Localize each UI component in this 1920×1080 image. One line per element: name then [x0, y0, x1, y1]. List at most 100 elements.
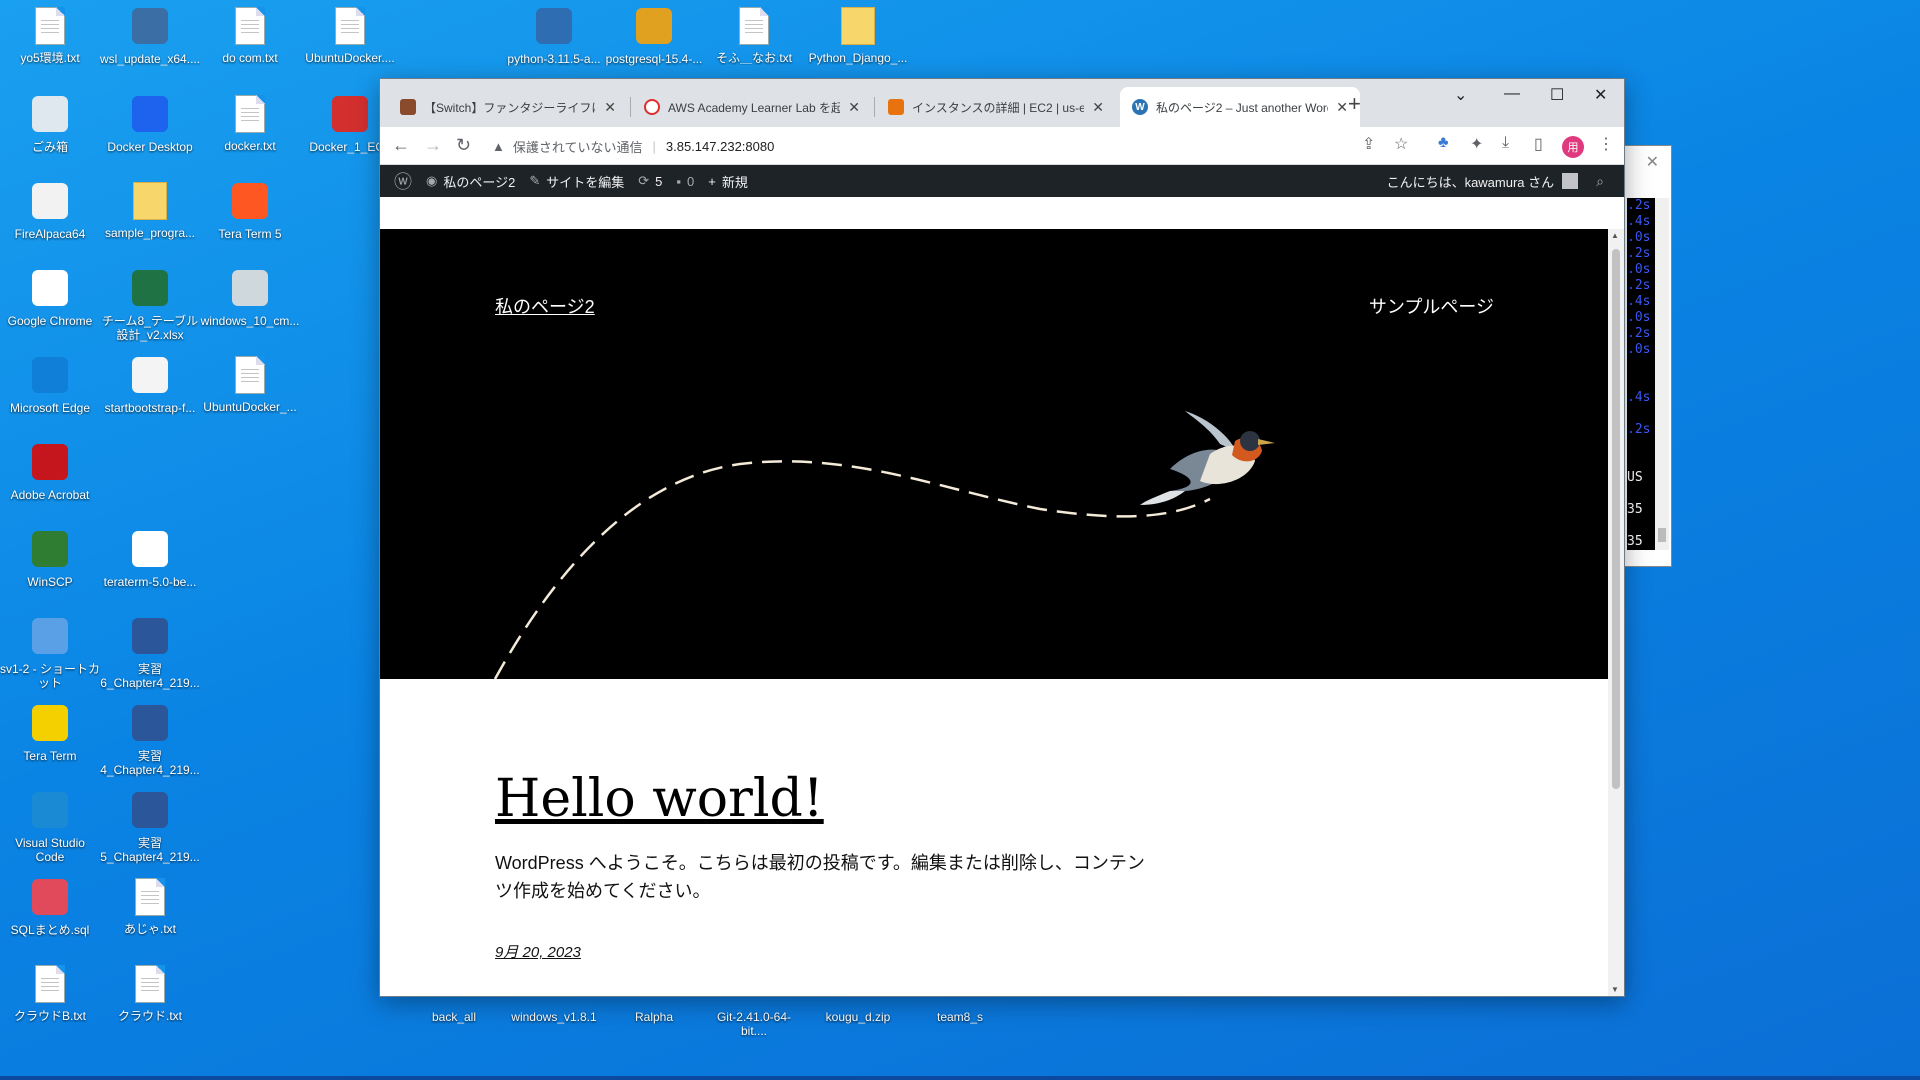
desktop-icon[interactable]: windows_v1.8.1 — [504, 1006, 604, 1024]
python-extension-icon[interactable]: ♣ — [1438, 134, 1449, 152]
download-icon[interactable]: ⤓ — [1502, 134, 1509, 152]
warning-icon[interactable]: ▲ — [492, 139, 505, 154]
post-title-link[interactable]: Hello world! — [495, 769, 824, 829]
desktop-icon[interactable]: Google Chrome — [0, 268, 100, 328]
desktop-icon[interactable]: teraterm-5.0-be... — [100, 529, 200, 589]
forward-icon[interactable]: → — [424, 135, 442, 156]
desktop-icon-label: Tera Term — [23, 749, 77, 763]
url-text[interactable]: 3.85.147.232:8080 — [666, 139, 774, 154]
tab-aws-academy[interactable]: AWS Academy Learner Lab を起動 ✕ — [632, 87, 872, 127]
desktop-icon[interactable]: クラウドB.txt — [0, 964, 100, 1023]
desktop-icon[interactable]: Python_Django_... — [808, 6, 908, 65]
wp-new[interactable]: + 新規 — [708, 172, 748, 191]
desktop-icon[interactable]: sv1-2 - ショートカット — [0, 616, 100, 690]
desktop-icon[interactable]: あじゃ.txt — [100, 877, 200, 936]
wp-greeting[interactable]: こんにちは、kawamura さん — [1387, 172, 1555, 191]
wp-updates[interactable]: ⟳ 5 — [638, 173, 662, 189]
desktop-icon[interactable]: do com.txt — [200, 6, 300, 65]
profile-avatar[interactable]: 用 — [1562, 136, 1584, 158]
tab-ec2-instance[interactable]: インスタンスの詳細 | EC2 | us-east-1 ✕ — [876, 87, 1116, 127]
close-tab-icon[interactable]: ✕ — [1092, 99, 1104, 116]
tab-separator — [874, 97, 875, 117]
desktop-icon[interactable]: windows_10_cm... — [200, 268, 300, 328]
desktop-icon[interactable]: 実習6_Chapter4_219... — [100, 616, 200, 690]
bookmark-star-icon[interactable]: ☆ — [1394, 134, 1408, 154]
scroll-down-icon[interactable]: ▼ — [1611, 985, 1619, 994]
desktop-icon[interactable]: kougu_d.zip — [808, 1006, 908, 1024]
desktop-icon[interactable]: SQLまとめ.sql — [0, 877, 100, 937]
close-icon[interactable]: ✕ — [1646, 152, 1659, 171]
scroll-thumb[interactable] — [1612, 249, 1620, 789]
side-panel-icon[interactable]: ▯ — [1534, 134, 1543, 154]
desktop-icon[interactable]: Tera Term 5 — [200, 181, 300, 241]
close-tab-icon[interactable]: ✕ — [1336, 99, 1348, 116]
desktop-icon[interactable]: yo5環境.txt — [0, 6, 100, 65]
icon-image — [30, 357, 70, 397]
menu-kebab-icon[interactable]: ⋮ — [1598, 134, 1614, 154]
search-icon[interactable]: ⌕ — [1596, 173, 1604, 190]
post-date-link[interactable]: 9月 20, 2023 — [495, 941, 581, 962]
desktop-icon[interactable]: UbuntuDocker.... — [300, 6, 400, 65]
desktop-icon[interactable]: python-3.11.5-a... — [504, 6, 604, 66]
desktop-icon[interactable]: wsl_update_x64.... — [100, 6, 200, 66]
desktop-icon[interactable]: postgresql-15.4-... — [604, 6, 704, 66]
icon-image — [534, 8, 574, 48]
desktop-icon[interactable]: WinSCP — [0, 529, 100, 589]
tab-search-chevron-icon[interactable]: ⌄ — [1454, 85, 1467, 105]
share-icon[interactable]: ⇪ — [1362, 134, 1375, 154]
wordpress-logo-icon[interactable]: ⓦ — [394, 168, 412, 194]
reload-icon[interactable]: ↻ — [456, 135, 471, 156]
desktop-icon-label: Visual Studio Code — [15, 836, 85, 864]
user-avatar-icon[interactable] — [1562, 173, 1579, 189]
scroll-thumb[interactable] — [1658, 528, 1666, 542]
desktop-icon[interactable]: 実習4_Chapter4_219... — [100, 703, 200, 777]
page-scrollbar[interactable]: ▲ ▼ — [1608, 229, 1624, 996]
desktop-icon[interactable]: back_all — [404, 1006, 504, 1024]
wp-comments[interactable]: ▪ 0 — [676, 174, 694, 189]
extensions-icon[interactable]: ✦ — [1470, 134, 1483, 154]
maximize-button[interactable]: ☐ — [1550, 85, 1564, 105]
desktop-icon[interactable]: startbootstrap-f... — [100, 355, 200, 415]
wp-site-name[interactable]: ◉ 私のページ2 — [426, 172, 515, 191]
icon-image — [230, 270, 270, 310]
icon-image — [30, 879, 70, 919]
wp-edit-site[interactable]: ✎ サイトを編集 — [529, 172, 624, 191]
desktop-icon[interactable]: チーム8_テーブル設計_v2.xlsx — [100, 268, 200, 342]
desktop-icon[interactable]: クラウド.txt — [100, 964, 200, 1023]
close-window-button[interactable]: ✕ — [1594, 85, 1607, 105]
tab-fantasy-life[interactable]: 【Switch】ファンタジーライフはいつ発売 ✕ — [388, 87, 628, 127]
desktop-icon[interactable]: docker.txt — [200, 94, 300, 153]
minimize-button[interactable]: — — [1504, 85, 1520, 103]
close-tab-icon[interactable]: ✕ — [848, 99, 860, 116]
desktop-icon[interactable]: sample_progra... — [100, 181, 200, 240]
new-tab-button[interactable]: + — [1348, 91, 1361, 117]
desktop-icon[interactable]: Ralpha — [604, 1006, 704, 1024]
desktop-icon[interactable]: Git-2.41.0-64-bit.... — [704, 1006, 804, 1038]
terminal-line: 35 — [1627, 534, 1643, 549]
terminal-line: .0s — [1627, 262, 1651, 277]
close-tab-icon[interactable]: ✕ — [604, 99, 616, 116]
wp-new-label: 新規 — [721, 174, 748, 190]
desktop-icon-label: do com.txt — [222, 51, 278, 65]
desktop-icon[interactable]: team8_s — [910, 1006, 1010, 1024]
desktop-icon[interactable]: Visual Studio Code — [0, 790, 100, 864]
file-icon — [335, 7, 365, 45]
icon-image — [30, 618, 70, 658]
desktop-icon[interactable]: Docker Desktop — [100, 94, 200, 154]
file-icon — [235, 356, 265, 394]
scroll-up-icon[interactable]: ▲ — [1611, 231, 1619, 240]
address-bar[interactable]: ▲ 保護されていない通信 | 3.85.147.232:8080 — [492, 130, 1052, 162]
desktop-icon[interactable]: そふ＿なお.txt — [704, 6, 804, 65]
desktop-icon[interactable]: FireAlpaca64 — [0, 181, 100, 241]
desktop-icon[interactable]: 実習5_Chapter4_219... — [100, 790, 200, 864]
desktop-icon[interactable]: Microsoft Edge — [0, 355, 100, 415]
desktop-icon[interactable]: Tera Term — [0, 703, 100, 763]
desktop-icon[interactable]: UbuntuDocker_... — [200, 355, 300, 414]
desktop-icon[interactable]: ごみ箱 — [0, 94, 100, 154]
desktop-icon[interactable]: Adobe Acrobat — [0, 442, 100, 502]
tab-wordpress-active[interactable]: W 私のページ2 – Just another WordPre ✕ — [1120, 87, 1360, 127]
terminal-scrollbar[interactable] — [1655, 198, 1669, 550]
back-icon[interactable]: ← — [392, 135, 410, 156]
